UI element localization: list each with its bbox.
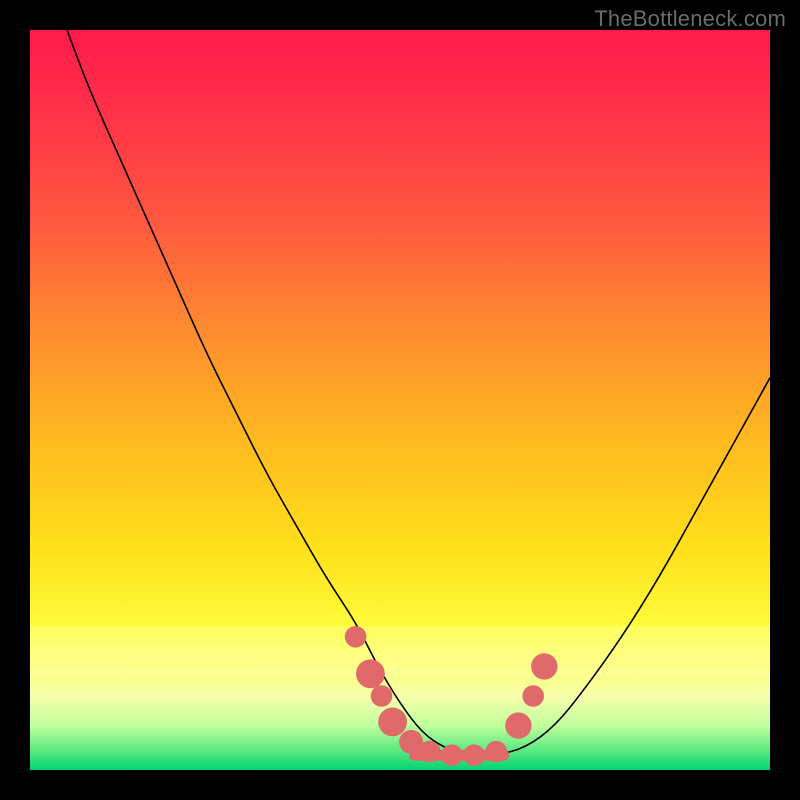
curve-marker [378, 708, 407, 737]
curve-markers [345, 626, 558, 766]
plot-area [30, 30, 770, 770]
curve-marker [485, 741, 507, 763]
chart-frame: TheBottleneck.com [0, 0, 800, 800]
curve-marker [345, 626, 367, 648]
curve-marker [419, 741, 441, 763]
curve-marker [441, 744, 463, 766]
bottleneck-curve-svg [30, 30, 770, 770]
bottleneck-curve-path [67, 30, 770, 755]
curve-marker [505, 712, 531, 738]
curve-marker [531, 653, 557, 679]
curve-marker [356, 659, 385, 688]
curve-marker [463, 744, 485, 766]
curve-marker [371, 685, 393, 707]
watermark-text: TheBottleneck.com [594, 6, 786, 32]
curve-marker [522, 685, 544, 707]
